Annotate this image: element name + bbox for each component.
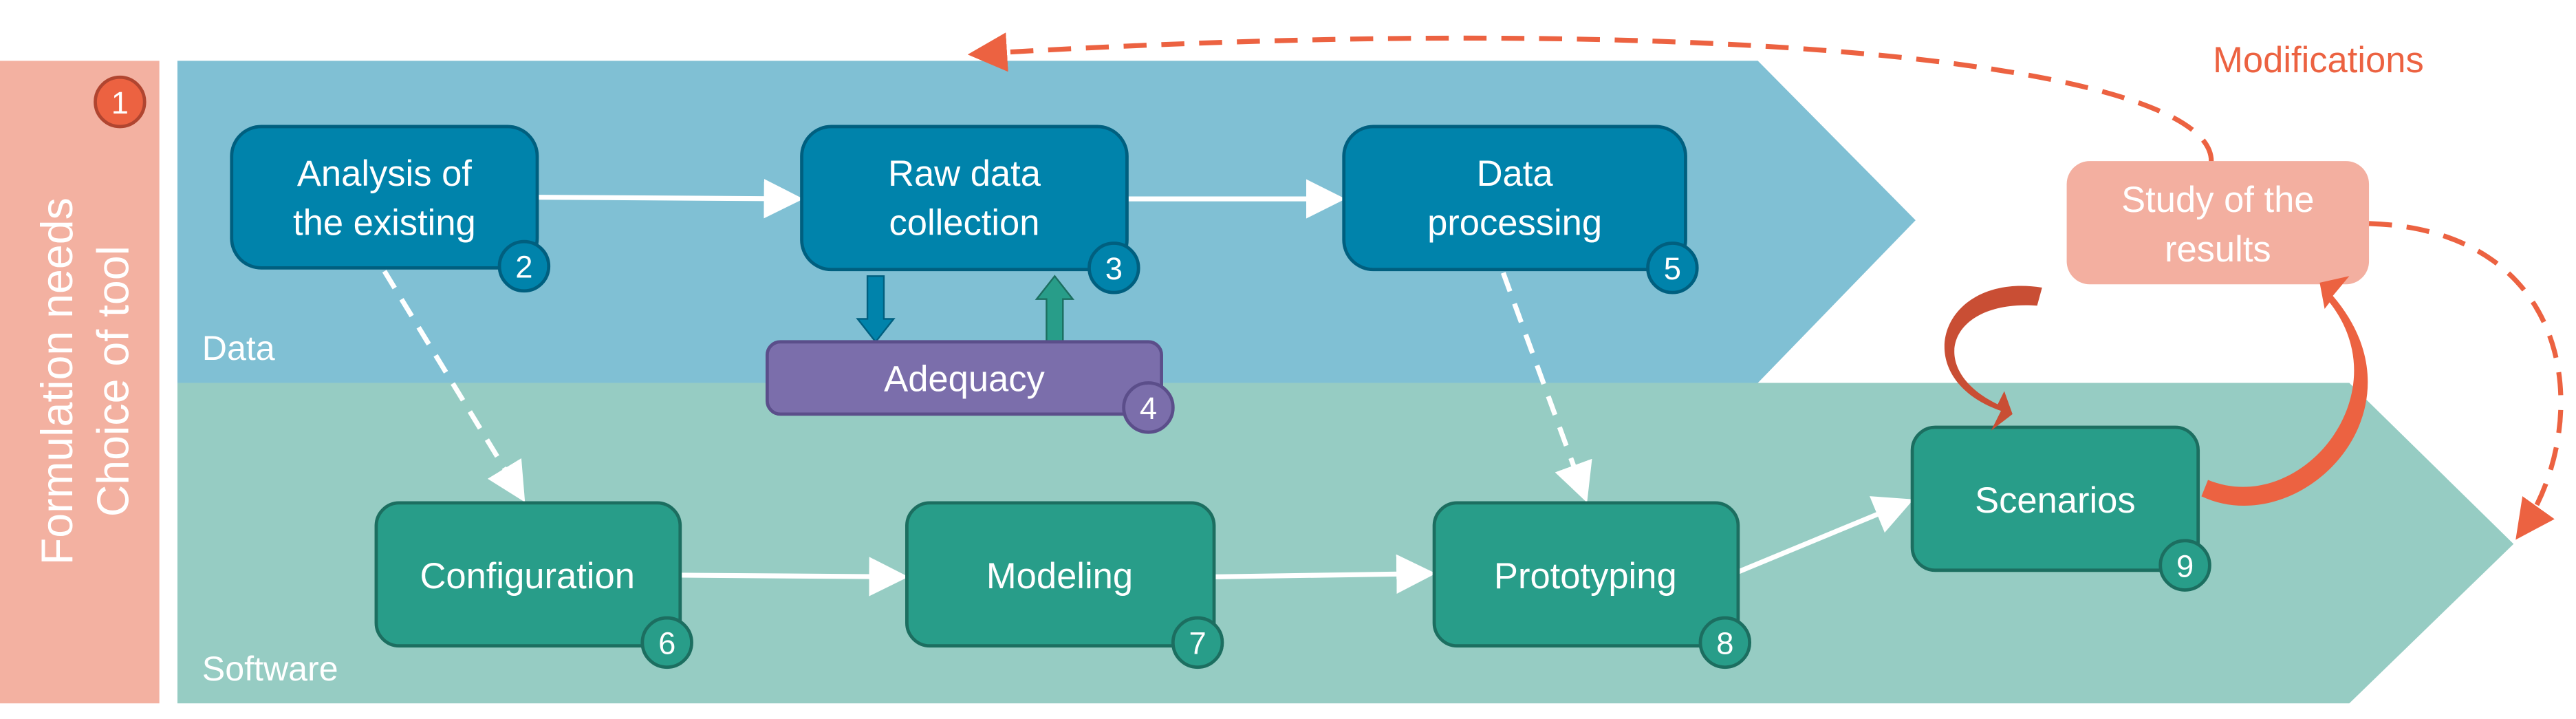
arrow-6-7	[680, 557, 909, 597]
step-configuration[interactable]: Configuration 6	[374, 501, 693, 669]
modeling-label: Modeling	[986, 556, 1133, 597]
adequacy-label: Adequacy	[884, 358, 1045, 399]
arrow-2-3	[537, 179, 803, 219]
analysis-line1: Analysis of	[297, 153, 472, 194]
data-band-label: Data	[202, 329, 275, 367]
step-modeling[interactable]: Modeling 7	[905, 501, 1224, 669]
raw-line2: collection	[889, 203, 1039, 244]
study-line1: Study of the	[2121, 180, 2314, 220]
badge-6-label: 6	[658, 626, 675, 661]
step-analysis[interactable]: Analysis of the existing 2	[230, 125, 551, 293]
analysis-line2: the existing	[293, 203, 476, 244]
configuration-label: Configuration	[420, 556, 634, 597]
step-raw-data-collection[interactable]: Raw data collection 3	[800, 125, 1140, 294]
badge-4-label: 4	[1140, 391, 1157, 426]
badge-1-label: 1	[111, 85, 129, 120]
processing-line1: Data	[1477, 153, 1554, 194]
arrow-7-8	[1213, 554, 1436, 594]
study-line2: results	[2165, 229, 2271, 270]
workflow-diagram: Formulation needs Choice of tool 1 Data …	[0, 32, 2564, 704]
badge-2-label: 2	[515, 250, 532, 285]
badge-8-label: 8	[1716, 626, 1733, 661]
software-band-label: Software	[202, 650, 338, 688]
scenarios-label: Scenarios	[1975, 480, 2136, 521]
sidebar-line1: Formulation needs	[32, 197, 82, 565]
step-scenarios[interactable]: Scenarios 9	[1910, 425, 2211, 592]
prototyping-label: Prototyping	[1494, 556, 1677, 597]
modifications-label: Modifications	[2213, 40, 2424, 81]
sidebar-line2: Choice of tool	[88, 246, 138, 517]
step-data-processing[interactable]: Data processing 5	[1342, 125, 1699, 294]
badge-7-label: 7	[1189, 626, 1206, 661]
badge-9-label: 9	[2176, 548, 2194, 583]
step-prototyping[interactable]: Prototyping 8	[1432, 501, 1752, 669]
raw-line1: Raw data	[888, 153, 1041, 194]
processing-line2: processing	[1427, 203, 1602, 244]
badge-5-label: 5	[1664, 251, 1681, 286]
badge-3-label: 3	[1105, 251, 1123, 286]
step-study-results[interactable]: Study of the results	[2066, 161, 2370, 285]
